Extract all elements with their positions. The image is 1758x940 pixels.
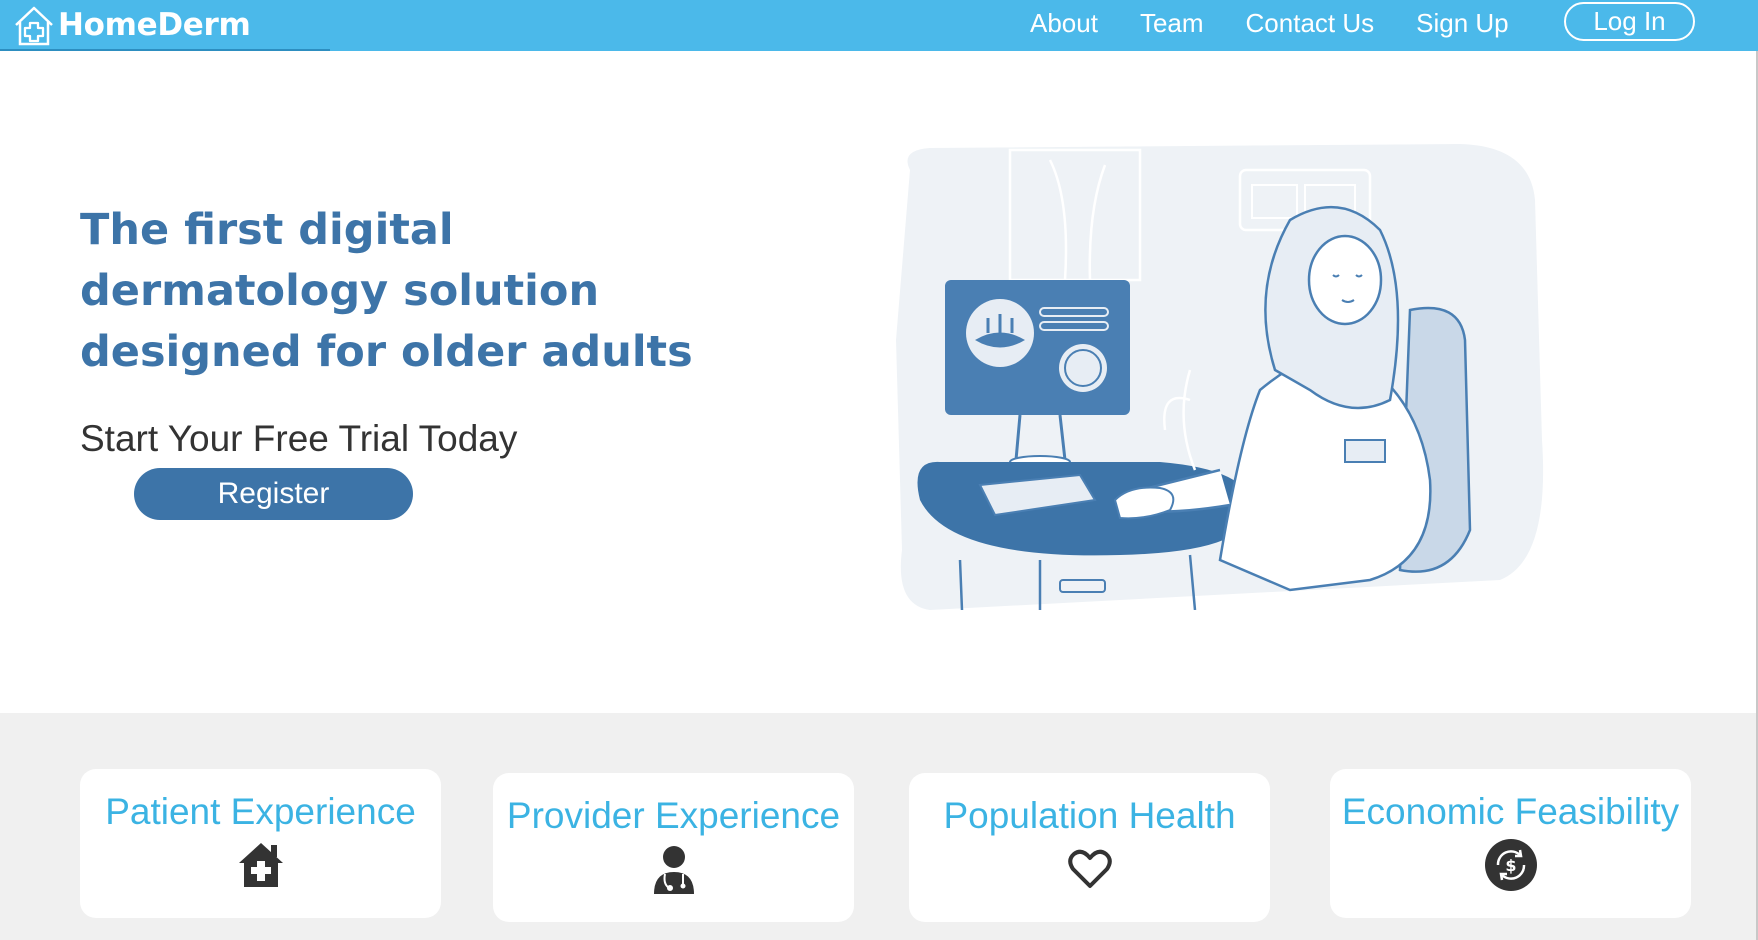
nav-about-link[interactable]: About — [1030, 8, 1098, 39]
brand-logo[interactable]: HomeDerm — [12, 2, 251, 48]
nav-links: About Team Contact Us Sign Up — [1030, 0, 1551, 46]
feature-card-population-health[interactable]: Population Health — [909, 773, 1270, 922]
feature-card-patient-experience[interactable]: Patient Experience — [80, 769, 441, 918]
doctor-icon — [648, 843, 700, 895]
house-medical-icon — [235, 839, 287, 891]
hero-title: The first digital dermatology solution d… — [80, 205, 693, 377]
hero-subtitle: Start Your Free Trial Today — [80, 418, 518, 459]
heart-outline-icon — [1064, 843, 1116, 895]
top-navbar: HomeDerm About Team Contact Us Sign Up L… — [0, 0, 1758, 51]
feature-card-economic-feasibility[interactable]: Economic Feasibility $ — [1330, 769, 1691, 918]
feature-card-title: Population Health — [943, 795, 1236, 836]
svg-text:$: $ — [1505, 856, 1516, 875]
doctor-at-computer-illustration — [896, 144, 1544, 610]
feature-card-provider-experience[interactable]: Provider Experience — [493, 773, 854, 922]
features-section: Patient Experience Provider Experience P… — [0, 713, 1756, 940]
brand-name: HomeDerm — [58, 7, 251, 43]
feature-card-title: Economic Feasibility — [1341, 791, 1680, 832]
dollar-cycle-icon: $ — [1484, 839, 1537, 891]
feature-card-title: Patient Experience — [105, 791, 416, 832]
house-plus-logo-icon — [15, 6, 53, 46]
register-button[interactable]: Register — [134, 468, 413, 520]
nav-signup-link[interactable]: Sign Up — [1416, 8, 1509, 39]
feature-card-title: Provider Experience — [506, 795, 841, 836]
nav-team-link[interactable]: Team — [1140, 8, 1204, 39]
login-button[interactable]: Log In — [1564, 2, 1695, 41]
nav-contact-link[interactable]: Contact Us — [1246, 8, 1375, 39]
brand-underline — [0, 49, 330, 51]
